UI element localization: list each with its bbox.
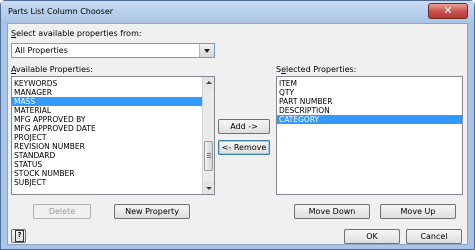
scroll-up-icon[interactable]	[203, 77, 214, 89]
list-item[interactable]: STATUS	[12, 160, 214, 169]
close-icon: ✕	[443, 4, 453, 17]
window-title: Parts List Column Chooser	[8, 7, 114, 16]
available-properties-list[interactable]: KEYWORDS MANAGER MASS MATERIAL MFG APPROVED …	[11, 76, 215, 195]
list-item[interactable]: PART NUMBER	[277, 97, 462, 106]
move-down-button[interactable]: Move Down	[294, 204, 370, 219]
remove-button[interactable]: <- Remove	[218, 140, 270, 155]
available-label: Available Properties:	[11, 65, 93, 74]
close-button[interactable]: ✕	[428, 3, 468, 19]
list-item[interactable]: DESCRIPTION	[277, 106, 462, 115]
add-button[interactable]: Add ->	[218, 119, 270, 134]
ok-button[interactable]: OK	[344, 229, 400, 244]
list-item[interactable]: KEYWORDS	[12, 79, 214, 88]
list-item[interactable]: CATEGORY	[277, 115, 462, 124]
dialog-client-area: Select available properties from: All Pr…	[7, 23, 468, 245]
list-item[interactable]: SUBJECT	[12, 178, 214, 187]
help-icon[interactable]	[11, 229, 26, 243]
selected-properties-list[interactable]: ITEM QTY PART NUMBER DESCRIPTION CATEGORY	[276, 76, 463, 195]
list-item[interactable]: MANAGER	[12, 88, 214, 97]
list-item[interactable]: STOCK NUMBER	[12, 169, 214, 178]
selected-label: Selected Properties:	[276, 65, 357, 74]
list-item[interactable]: REVISION NUMBER	[12, 142, 214, 151]
delete-button[interactable]: Delete	[33, 204, 91, 219]
list-item[interactable]: MFG APPROVED DATE	[12, 124, 214, 133]
dialog-window: Parts List Column Chooser ✕ Select avail…	[0, 0, 475, 250]
list-item[interactable]: MATERIAL	[12, 106, 214, 115]
scrollbar-thumb[interactable]	[204, 141, 213, 171]
title-bar[interactable]: Parts List Column Chooser ✕	[1, 1, 474, 23]
list-item[interactable]: MASS	[12, 97, 214, 106]
list-item[interactable]: ITEM	[277, 79, 462, 88]
source-dropdown[interactable]: All Properties	[11, 43, 215, 58]
available-list-scrollbar[interactable]	[202, 77, 214, 194]
move-up-button[interactable]: Move Up	[380, 204, 456, 219]
list-item[interactable]: MFG APPROVED BY	[12, 115, 214, 124]
list-item[interactable]: PROJECT	[12, 133, 214, 142]
list-item[interactable]: QTY	[277, 88, 462, 97]
source-dropdown-value: All Properties	[15, 46, 68, 55]
new-property-button[interactable]: New Property	[114, 204, 190, 219]
cancel-button[interactable]: Cancel	[406, 229, 462, 244]
list-item[interactable]: STANDARD	[12, 151, 214, 160]
scroll-down-icon[interactable]	[203, 182, 214, 194]
chevron-down-icon[interactable]	[199, 44, 214, 57]
source-label: Select available properties from:	[11, 29, 142, 38]
